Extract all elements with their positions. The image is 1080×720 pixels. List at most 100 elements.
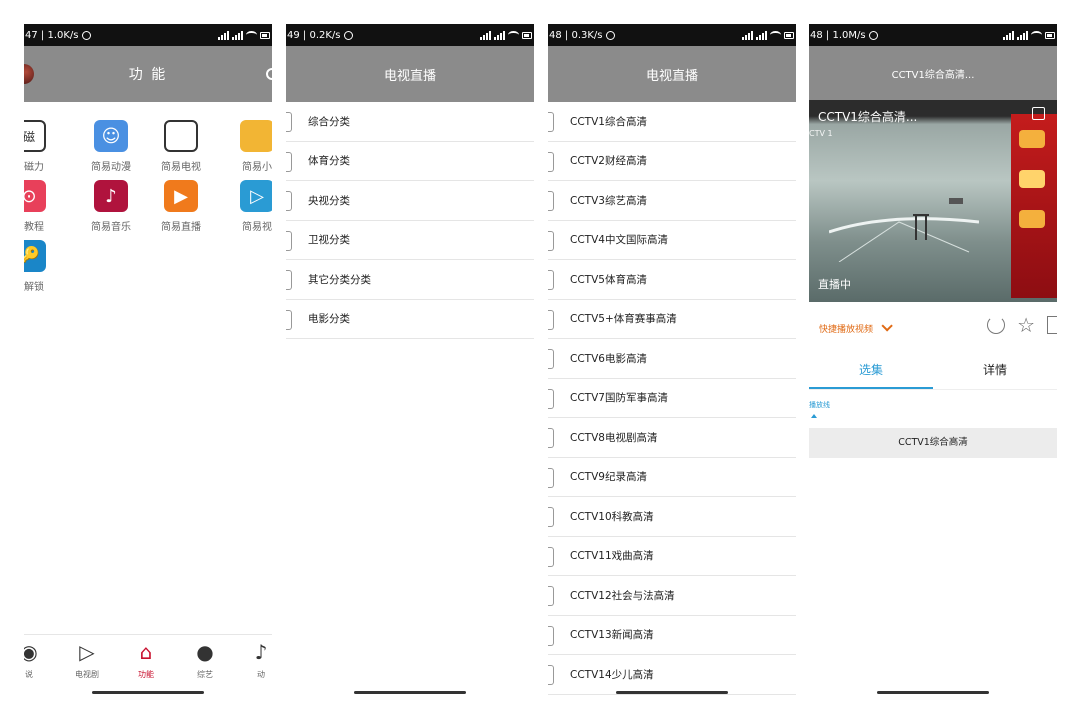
list-item[interactable]: CCTV7国防军事高清 <box>548 379 796 418</box>
list-item[interactable]: CCTV3综艺高清 <box>548 181 796 221</box>
music-note-icon: ♪ <box>254 640 268 664</box>
list-item[interactable]: 卫视分类 <box>286 221 534 260</box>
list-item-label: 综合分类 <box>308 115 350 128</box>
feature-item[interactable]: 磁易磁力 <box>24 120 64 173</box>
bracket-icon <box>548 270 554 290</box>
feature-item[interactable]: ▷ 简易视 <box>222 180 272 233</box>
list-item[interactable]: CCTV1综合高清 <box>548 102 796 142</box>
list-item[interactable]: CCTV4中文国际高清 <box>548 221 796 260</box>
list-item[interactable]: 电影分类 <box>286 300 534 339</box>
page-title: 电视直播 <box>645 68 698 84</box>
list-item[interactable]: CCTV9纪录高清 <box>548 458 796 497</box>
tab-details[interactable]: 详情 <box>933 354 1057 389</box>
bracket-icon <box>548 230 554 251</box>
tutorial-app-icon: ⊙ <box>24 180 46 212</box>
episode-item[interactable]: CCTV1综合高清 <box>809 428 1057 458</box>
list-item-label: CCTV8电视剧高清 <box>570 431 658 444</box>
list-item[interactable]: CCTV8电视剧高清 <box>548 418 796 458</box>
tab-bar: 选集 详情 <box>809 354 1057 390</box>
quick-play-dropdown[interactable]: 快捷播放视频 <box>819 322 873 335</box>
list-item-label: CCTV11戏曲高清 <box>570 550 654 563</box>
book-app-icon <box>240 120 272 152</box>
alarm-icon <box>868 30 878 40</box>
chevron-down-icon[interactable] <box>881 320 893 332</box>
cast-icon[interactable] <box>1032 107 1045 120</box>
app-bar: 电视直播 <box>548 46 796 102</box>
wifi-icon <box>1031 31 1042 39</box>
list-item[interactable]: CCTV12社会与法高清 <box>548 576 796 616</box>
video-player[interactable]: CCTV1综合高清... CTV 1 直播中 <box>809 100 1057 302</box>
refresh-icon[interactable] <box>987 316 1006 334</box>
channel-watermark: CTV 1 <box>809 129 833 138</box>
list-item-label: CCTV10科教高清 <box>570 510 654 523</box>
bracket-icon <box>548 388 554 409</box>
signal-icon <box>742 30 753 40</box>
list-item[interactable]: CCTV14少儿高清 <box>548 655 796 695</box>
home-indicator <box>354 691 466 694</box>
list-item[interactable]: 体育分类 <box>286 142 534 181</box>
feature-item[interactable]: ⊙ 易教程 <box>24 180 64 233</box>
nav-item[interactable]: ⌂ 功能 <box>121 640 171 680</box>
feature-item[interactable]: ▶ 简易直播 <box>146 180 216 233</box>
list-item[interactable]: CCTV2财经高清 <box>548 142 796 181</box>
list-item-label: CCTV13新闻高清 <box>570 629 654 642</box>
signal-icon <box>480 30 491 40</box>
bracket-icon <box>548 191 554 211</box>
music-app-icon: ♪ <box>94 180 128 212</box>
tab-episodes[interactable]: 选集 <box>809 354 933 389</box>
live-app-icon: ▶ <box>164 180 198 212</box>
video-title: CCTV1综合高清... <box>818 110 918 124</box>
nav-label: 功能 <box>138 670 154 679</box>
nav-item[interactable]: ◉ 说 <box>24 640 54 680</box>
page-title: CCTV1综合高清... <box>891 69 975 81</box>
feature-item[interactable]: 简易电视 <box>146 120 216 173</box>
feature-item[interactable]: 简易小 <box>222 120 272 173</box>
list-item-label: CCTV5+体育赛事高清 <box>570 313 677 326</box>
bracket-icon <box>548 349 554 369</box>
list-item-label: CCTV3综艺高清 <box>570 194 647 207</box>
nav-item[interactable]: ▷ 电视剧 <box>62 640 112 680</box>
list-item-label: CCTV2财经高清 <box>570 155 647 168</box>
list-item-label: CCTV1综合高清 <box>570 115 647 128</box>
category-list: 综合分类体育分类 央视分类卫视分类其它分类分类 电影分类 <box>286 102 534 339</box>
bracket-icon <box>286 151 292 172</box>
screen-player: 48 | 1.0M/s CCTV1综合高清... CCTV1综合高清... CT… <box>809 24 1057 704</box>
screen-features: 47 | 1.0K/s 功 能 磁易磁力 ☺ 简易动漫 简易电视 简易小 ⊙ 易教程 ♪ 简易音… <box>24 24 272 704</box>
list-item-label: 卫视分类 <box>308 234 350 247</box>
search-icon[interactable] <box>266 68 272 80</box>
alarm-icon <box>343 30 353 40</box>
feature-item[interactable]: ☺ 简易动漫 <box>76 120 146 173</box>
list-item[interactable]: CCTV5体育高清 <box>548 260 796 300</box>
feature-label: 简易小 <box>242 162 272 173</box>
bracket-icon <box>548 112 554 132</box>
list-item-label: CCTV14少儿高清 <box>570 668 654 681</box>
source-selector[interactable]: 播放线 <box>809 390 1057 428</box>
list-item[interactable]: CCTV10科教高清 <box>548 497 796 537</box>
list-item[interactable]: CCTV11戏曲高清 <box>548 537 796 576</box>
share-icon[interactable] <box>1047 316 1057 334</box>
star-icon[interactable]: ☆ <box>1017 315 1035 335</box>
bracket-icon <box>548 665 554 685</box>
list-item-label: CCTV6电影高清 <box>570 352 647 365</box>
list-item[interactable]: CCTV6电影高清 <box>548 339 796 379</box>
list-item[interactable]: 其它分类分类 <box>286 260 534 300</box>
nav-item[interactable]: ♪ 动 <box>236 640 272 680</box>
play-circle-icon: ▷ <box>79 640 95 664</box>
bracket-icon <box>548 309 554 330</box>
list-item-label: CCTV4中文国际高清 <box>570 234 668 247</box>
feature-item[interactable]: ♪ 简易音乐 <box>76 180 146 233</box>
list-item[interactable]: CCTV5+体育赛事高清 <box>548 300 796 339</box>
avatar[interactable] <box>24 64 34 84</box>
list-item[interactable]: CCTV13新闻高清 <box>548 616 796 655</box>
nav-item[interactable]: ● 综艺 <box>180 640 230 680</box>
nav-label: 综艺 <box>197 670 213 679</box>
palette-icon: ● <box>196 640 214 664</box>
list-item[interactable]: 央视分类 <box>286 181 534 221</box>
feature-label: 存解锁 <box>24 282 44 293</box>
feature-item[interactable]: 🔑 存解锁 <box>24 240 64 293</box>
battery-icon <box>260 31 270 39</box>
bracket-icon <box>286 191 292 211</box>
live-status: 直播中 <box>818 278 851 291</box>
list-item[interactable]: 综合分类 <box>286 102 534 142</box>
feature-label: 简易视 <box>242 222 272 233</box>
